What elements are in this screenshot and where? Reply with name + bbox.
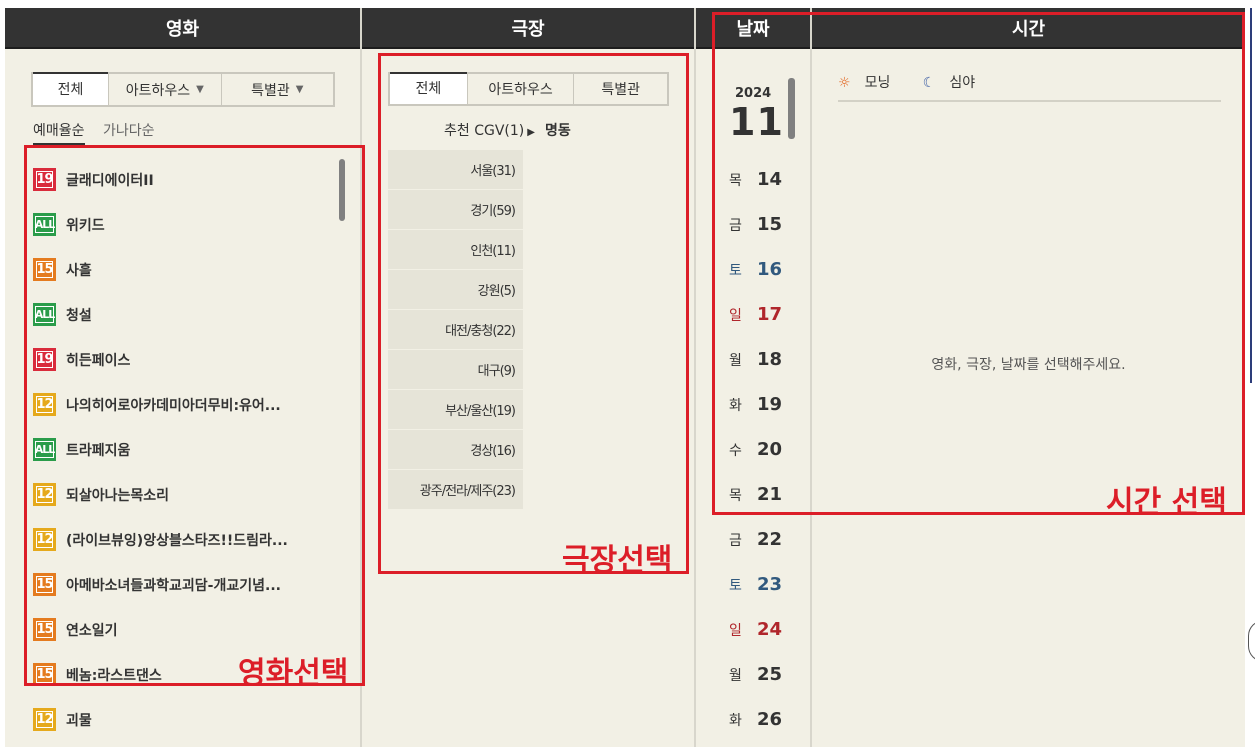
tab-all[interactable]: 전체 bbox=[33, 72, 108, 105]
page-edge bbox=[1250, 8, 1255, 383]
time-selection-label: 시간 선택 bbox=[1106, 485, 1227, 520]
date-item[interactable]: 일 24 bbox=[729, 607, 809, 652]
date-item[interactable]: 금 22 bbox=[729, 517, 809, 562]
day-number: 22 bbox=[757, 529, 783, 550]
tab-special[interactable]: 특별관 ▼ bbox=[220, 72, 333, 105]
tab-label: 특별관 bbox=[251, 82, 290, 99]
day-number: 25 bbox=[757, 664, 783, 685]
caret-down-icon: ▼ bbox=[295, 84, 304, 95]
tab-arthouse[interactable]: 아트하우스 ▼ bbox=[108, 72, 221, 105]
day-of-week: 월 bbox=[729, 667, 742, 684]
day-of-week: 화 bbox=[729, 712, 742, 729]
rating-badge: 12 bbox=[33, 708, 56, 731]
day-number: 24 bbox=[757, 619, 783, 640]
movie-item[interactable]: 12 괴물 bbox=[33, 697, 333, 742]
time-selection-highlight bbox=[712, 12, 1245, 515]
movie-selection-label: 영화선택 bbox=[238, 656, 349, 691]
tab-label: 전체 bbox=[57, 81, 84, 98]
sort-options: 예매율순 가나다순 bbox=[33, 120, 169, 145]
tab-label: 아트하우스 bbox=[125, 82, 191, 99]
floating-button[interactable] bbox=[1248, 620, 1255, 662]
movie-title: 괴물 bbox=[66, 712, 92, 729]
day-number: 23 bbox=[757, 574, 783, 595]
rating-badge-text: 12 bbox=[36, 711, 54, 728]
sort-by-alpha[interactable]: 가나다순 bbox=[103, 123, 155, 139]
day-of-week: 금 bbox=[729, 532, 742, 549]
date-item[interactable]: 화 26 bbox=[729, 697, 809, 742]
sort-by-booking[interactable]: 예매율순 bbox=[33, 123, 85, 145]
date-item[interactable]: 토 23 bbox=[729, 562, 809, 607]
theater-column-header: 극장 bbox=[362, 8, 694, 49]
theater-selection-label: 극장선택 bbox=[562, 543, 673, 578]
day-of-week: 일 bbox=[729, 622, 742, 639]
day-number: 26 bbox=[757, 709, 783, 730]
movie-selection-highlight bbox=[24, 145, 365, 686]
movie-column-header: 영화 bbox=[5, 8, 360, 49]
caret-down-icon: ▼ bbox=[196, 84, 204, 95]
date-item[interactable]: 월 25 bbox=[729, 652, 809, 697]
day-of-week: 토 bbox=[729, 577, 742, 594]
theater-selection-highlight bbox=[378, 53, 689, 574]
movie-tabs: 전체 아트하우스 ▼ 특별관 ▼ bbox=[31, 72, 335, 107]
